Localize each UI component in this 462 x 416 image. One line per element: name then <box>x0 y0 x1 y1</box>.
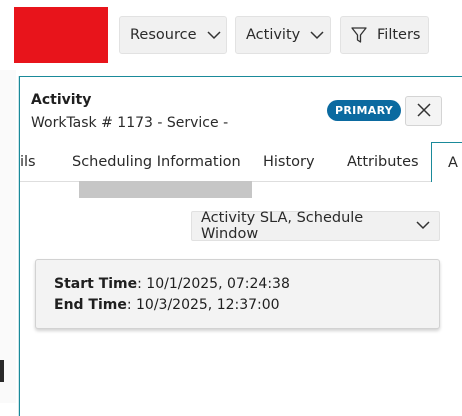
tab-overflow[interactable]: A <box>431 142 462 182</box>
close-button[interactable] <box>405 96 442 126</box>
view-select[interactable]: Activity SLA, Schedule Window <box>191 210 440 242</box>
primary-badge: PRIMARY <box>327 100 402 121</box>
tab-attributes[interactable]: Attributes <box>347 143 419 181</box>
tabs-scrollbar-thumb[interactable] <box>79 181 252 198</box>
tab-history[interactable]: History <box>263 143 315 181</box>
start-time-label: Start Time <box>54 276 138 292</box>
activity-dropdown[interactable]: Activity <box>235 16 331 54</box>
resource-label: Resource <box>130 27 197 43</box>
end-time-label: End Time <box>54 297 127 313</box>
top-toolbar: Resource Activity Filters <box>0 0 462 70</box>
detail-tabs: ils Scheduling Information History Attri… <box>20 142 462 182</box>
panel-subtitle: WorkTask # 1173 - Service - <box>31 115 229 131</box>
tab-scheduling-information[interactable]: Scheduling Information <box>72 143 241 181</box>
brand-logo <box>14 7 108 63</box>
end-time-value: : 10/3/2025, 12:37:00 <box>126 297 280 313</box>
schedule-window-card: Start Time: 10/1/2025, 07:24:38 End Time… <box>35 259 440 329</box>
left-edge-panel <box>0 70 16 403</box>
start-time-value: : 10/1/2025, 07:24:38 <box>137 276 290 292</box>
chevron-down-icon <box>310 30 324 40</box>
view-select-value: Activity SLA, Schedule Window <box>201 210 364 242</box>
left-edge-marker <box>0 360 4 382</box>
filters-label: Filters <box>377 27 421 43</box>
chevron-down-icon <box>206 30 221 40</box>
activity-label: Activity <box>246 27 301 43</box>
filters-button[interactable]: Filters <box>340 16 429 54</box>
close-icon <box>416 102 431 121</box>
start-time-row: Start Time: 10/1/2025, 07:24:38 <box>54 274 421 295</box>
filter-icon <box>351 26 367 44</box>
chevron-down-icon <box>416 218 430 234</box>
tab-details[interactable]: ils <box>20 143 36 181</box>
end-time-row: End Time: 10/3/2025, 12:37:00 <box>54 295 421 316</box>
panel-title: Activity <box>31 92 92 108</box>
activity-detail-panel: Activity WorkTask # 1173 - Service - PRI… <box>19 76 462 416</box>
resource-dropdown[interactable]: Resource <box>119 16 227 54</box>
